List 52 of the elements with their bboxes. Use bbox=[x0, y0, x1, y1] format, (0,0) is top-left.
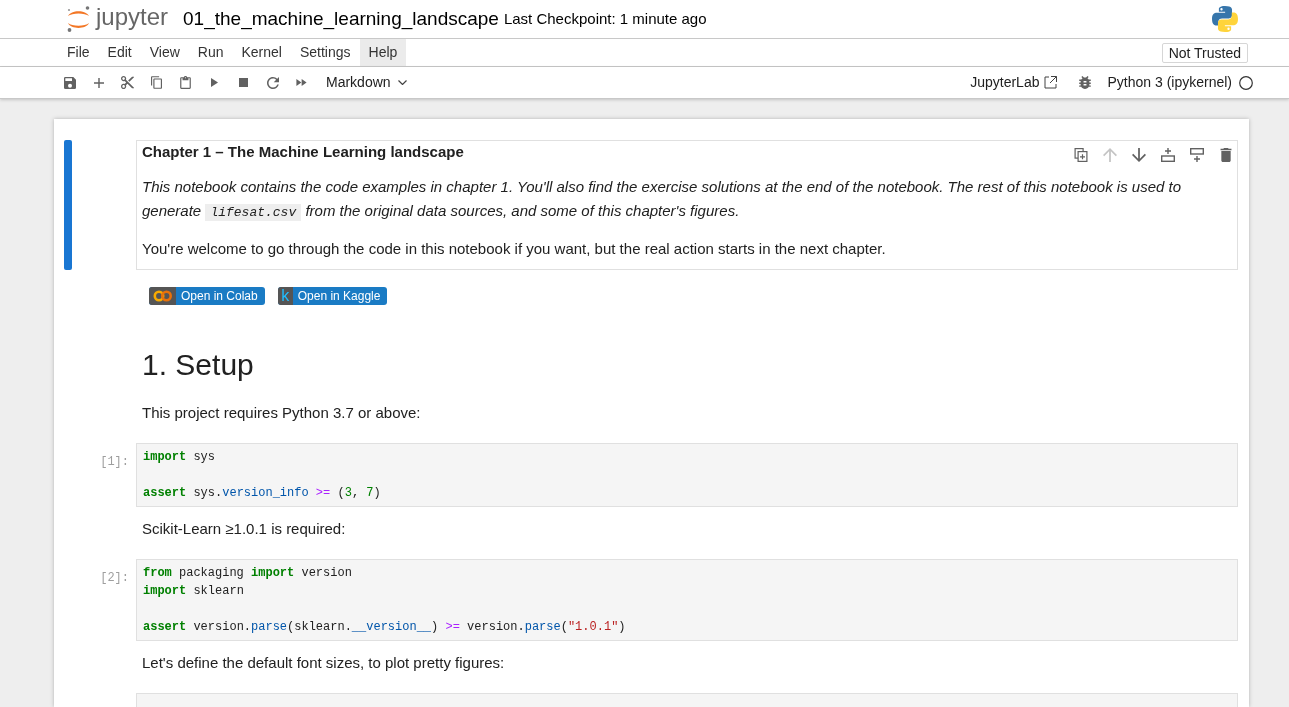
badge-logo-letter: k bbox=[277, 287, 293, 305]
insert-below-icon[interactable] bbox=[1190, 148, 1204, 162]
paragraph: Scikit-Learn ≥1.0.1 is required: bbox=[142, 519, 346, 539]
menu-item[interactable]: Edit bbox=[98, 39, 141, 66]
scissors-icon[interactable] bbox=[121, 76, 134, 89]
restart-icon[interactable] bbox=[266, 76, 279, 89]
insert-above-icon[interactable] bbox=[1161, 148, 1175, 162]
menu-item[interactable]: Settings bbox=[290, 39, 360, 66]
rings-logo-icon bbox=[149, 287, 176, 305]
code-line: import sklearn bbox=[143, 583, 244, 600]
code-line: from packaging import version bbox=[143, 565, 352, 582]
kernel-logo-icon bbox=[1212, 6, 1238, 32]
paragraph: Let's define the default font sizes, to plot pretty figures: bbox=[142, 653, 505, 673]
badge-link[interactable]: k Open in Kaggle bbox=[277, 287, 388, 305]
copy-icon[interactable] bbox=[151, 76, 162, 89]
duplicate-icon[interactable] bbox=[1074, 148, 1088, 162]
notebook-title[interactable]: 01_the_machine_learning_landscape bbox=[183, 4, 499, 34]
execution-prompt: [1]: bbox=[100, 455, 129, 469]
clipboard-icon[interactable] bbox=[180, 76, 191, 89]
paragraph: This project requires Python 3.7 or above: bbox=[142, 403, 421, 423]
menu-item[interactable]: File bbox=[58, 39, 99, 66]
code-line: assert sys.version_info >= (3, 7) bbox=[143, 485, 381, 502]
trash-icon[interactable] bbox=[1219, 148, 1233, 162]
badge-link[interactable]: Open in Colab bbox=[149, 287, 265, 305]
external-link-icon bbox=[1044, 76, 1058, 89]
paragraph: You're welcome to go through the code in this notebook if you want, but the real action starts in the next chapter. bbox=[142, 239, 886, 259]
logo-wordmark: jupyter bbox=[96, 5, 169, 32]
chevron-down-icon bbox=[397, 80, 407, 85]
intro-paragraph: This notebook contains the code examples in chapter 1. You'll also find the exercise solutions at the end of the notebook. The rest of this notebook is used to generate lifesat.csv from the original data sources, and some of this chapter's figures. bbox=[142, 177, 1183, 223]
jupyterlab-link[interactable]: JupyterLab bbox=[970, 72, 1058, 93]
menu-item[interactable]: View bbox=[140, 39, 189, 66]
cell-type-dropdown[interactable]: Markdown bbox=[326, 72, 407, 93]
bug-icon[interactable] bbox=[1079, 76, 1092, 89]
checkpoint-status: Last Checkpoint: 1 minute ago bbox=[503, 8, 707, 29]
menu-item[interactable]: Kernel bbox=[232, 39, 291, 66]
execution-prompt: [2]: bbox=[100, 571, 129, 585]
section-heading: 1. Setup bbox=[142, 347, 254, 383]
code-input[interactable]: import sys assert sys.version_info >= (3, 7) bbox=[136, 443, 1238, 507]
down-arrow-icon[interactable] bbox=[1132, 148, 1146, 162]
code-input[interactable]: from packaging import version import sklearn assert version.parse(sklearn.__version__) >= version.parse("1.0.1") bbox=[136, 559, 1238, 641]
code-line: import sys bbox=[143, 449, 216, 466]
trust-button[interactable]: Not Trusted bbox=[1161, 42, 1248, 63]
code-line: assert version.parse(sklearn.__version__) >= version.parse("1.0.1") bbox=[143, 619, 626, 636]
cell-heading: Chapter 1 – The Machine Learning landscape bbox=[142, 142, 464, 162]
fast-forward-icon[interactable] bbox=[296, 79, 307, 86]
orbit-logo-icon bbox=[66, 6, 91, 32]
plus-icon[interactable] bbox=[93, 77, 104, 88]
play-icon[interactable] bbox=[211, 78, 218, 87]
menu-item[interactable]: Help bbox=[359, 39, 407, 66]
save-icon[interactable] bbox=[63, 76, 76, 89]
menu-item[interactable]: Run bbox=[188, 39, 233, 66]
kernel-name[interactable]: Python 3 (ipykernel) bbox=[1107, 72, 1232, 93]
